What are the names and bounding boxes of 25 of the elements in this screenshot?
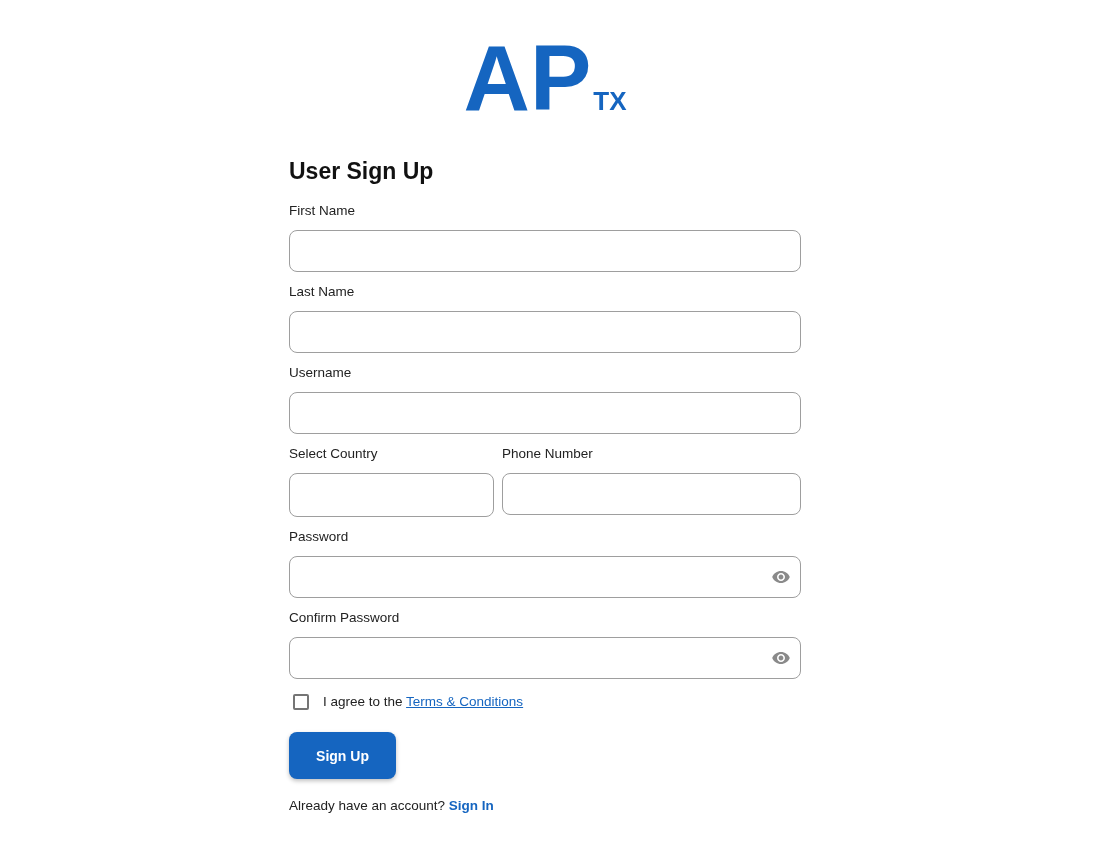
input-field[interactable]: [502, 473, 801, 515]
eye-icon[interactable]: [772, 652, 790, 664]
sign-in-link[interactable]: Sign In: [448, 798, 494, 813]
terms-link[interactable]: Terms & Conditions: [406, 694, 524, 709]
field-label: First Name: [289, 202, 355, 220]
field-label: Last Name: [289, 283, 355, 301]
input-field[interactable]: [289, 230, 801, 272]
sign-in-prompt: Already have an account? Sign In: [289, 797, 495, 815]
input-field[interactable]: [289, 473, 494, 517]
logo-suffix: TX: [593, 90, 627, 112]
field-label: Username: [289, 364, 352, 382]
input-field[interactable]: [289, 392, 801, 434]
sign-up-button[interactable]: Sign Up: [289, 732, 396, 779]
agreement-label: I agree to the Terms & Conditions: [323, 693, 524, 711]
input-field[interactable]: [289, 311, 801, 353]
field-label: Password: [289, 528, 349, 546]
eye-icon[interactable]: [772, 571, 790, 583]
page-title: User Sign Up: [289, 157, 435, 185]
checkbox[interactable]: [293, 694, 309, 710]
password-field[interactable]: [289, 637, 801, 679]
logo-letters: AP: [463, 40, 592, 116]
field-label: Select Country: [289, 445, 378, 463]
password-field[interactable]: [289, 556, 801, 598]
field-label: Phone Number: [502, 445, 593, 463]
field-label: Confirm Password: [289, 609, 400, 627]
